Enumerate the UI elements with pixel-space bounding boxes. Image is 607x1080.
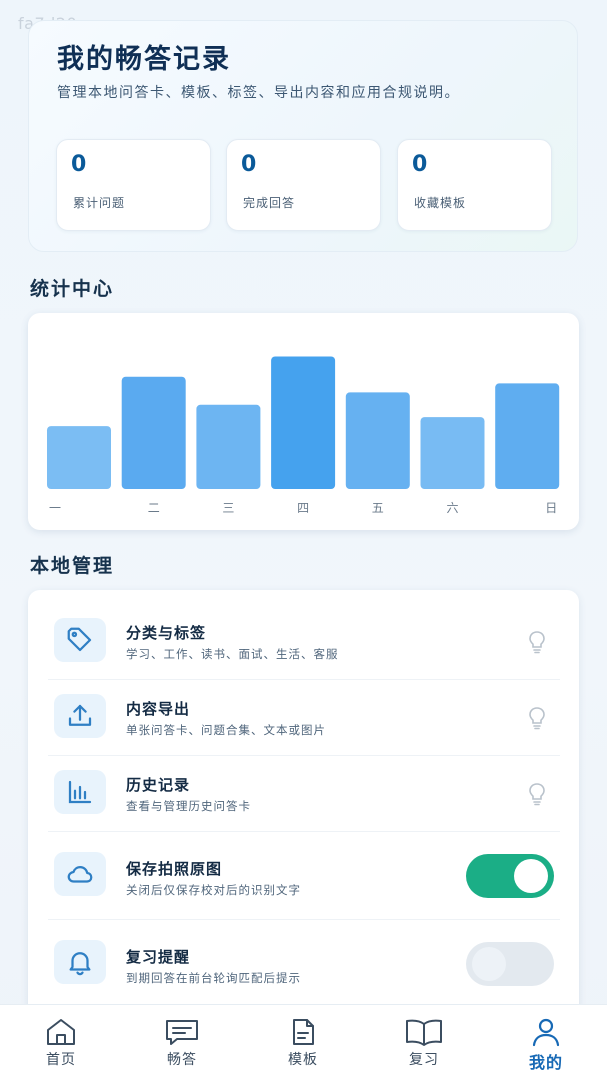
chart-tick-label: 四: [297, 501, 309, 515]
row-description: 查看与管理历史问答卡: [126, 799, 251, 813]
lightbulb-icon[interactable]: [526, 630, 548, 658]
book-icon: [406, 1019, 442, 1046]
chart-bar-6: [420, 417, 485, 489]
nav-label: 复习: [409, 1052, 439, 1068]
profile-screen: fa7d20 我的畅答记录 管理本地问答卡、模板、标签、导出内容和应用合规说明。…: [0, 0, 607, 1080]
nav-label: 首页: [46, 1052, 76, 1068]
chart-bar-7: [495, 383, 560, 489]
chart-tick-label: 日: [545, 501, 557, 515]
manage-row-save-photo: 保存拍照原图 关闭后仅保存校对后的识别文字: [48, 832, 560, 920]
bell-icon: [54, 940, 106, 984]
nav-item-review[interactable]: 复习: [384, 1017, 464, 1077]
cloud-icon: [54, 852, 106, 896]
manage-row-review-reminder: 复习提醒 到期回答在前台轮询匹配后提示: [48, 920, 560, 1008]
stat-value: 0: [412, 152, 428, 177]
chart-bar-5: [345, 392, 410, 489]
row-description: 学习、工作、读书、面试、生活、客服: [126, 647, 339, 661]
stat-label: 收藏模板: [414, 196, 467, 210]
manage-row-export[interactable]: 内容导出 单张问答卡、问题合集、文本或图片: [48, 680, 560, 756]
nav-item-mine[interactable]: 我的: [506, 1017, 586, 1077]
chart-tick-label: 一: [49, 501, 61, 515]
row-description: 单张问答卡、问题合集、文本或图片: [126, 723, 326, 737]
stat-label: 累计问题: [73, 196, 126, 210]
user-icon: [532, 1018, 560, 1047]
nav-item-templates[interactable]: 模板: [263, 1017, 343, 1077]
tag-icon: [54, 618, 106, 662]
chart-bar-3: [196, 404, 261, 489]
manage-section-title: 本地管理: [30, 555, 115, 577]
nav-item-chat[interactable]: 畅答: [142, 1017, 222, 1077]
upload-icon: [54, 694, 106, 738]
lightbulb-icon[interactable]: [526, 706, 548, 734]
nav-label: 模板: [288, 1052, 318, 1068]
home-icon: [47, 1019, 75, 1045]
profile-summary-card: 我的畅答记录 管理本地问答卡、模板、标签、导出内容和应用合规说明。 0 累计问题…: [28, 20, 578, 252]
stat-card-answers[interactable]: 0 完成回答: [226, 139, 381, 231]
row-title: 历史记录: [126, 776, 191, 794]
chart-bar-1: [47, 426, 111, 489]
row-description: 到期回答在前台轮询匹配后提示: [126, 971, 301, 985]
chart-bar-2: [121, 376, 186, 489]
chart-tick-label: 三: [222, 501, 234, 515]
document-icon: [293, 1019, 314, 1045]
manage-row-history[interactable]: 历史记录 查看与管理历史问答卡: [48, 756, 560, 832]
review-reminder-toggle[interactable]: [466, 942, 554, 986]
toggle-knob: [514, 859, 548, 893]
chat-icon: [166, 1020, 198, 1045]
chart-tick-label: 六: [446, 501, 458, 515]
stat-card-favorites[interactable]: 0 收藏模板: [397, 139, 552, 231]
chart-tick-label: 五: [372, 501, 384, 515]
nav-item-home[interactable]: 首页: [21, 1017, 101, 1077]
bar-chart-icon: [54, 770, 106, 814]
toggle-knob: [472, 947, 506, 981]
lightbulb-icon[interactable]: [526, 782, 548, 810]
row-title: 复习提醒: [126, 948, 191, 966]
stat-value: 0: [71, 152, 87, 177]
stats-section-title: 统计中心: [30, 278, 115, 300]
row-title: 内容导出: [126, 700, 191, 718]
stat-label: 完成回答: [243, 196, 296, 210]
chart-tick-label: 二: [148, 501, 160, 515]
row-description: 关闭后仅保存校对后的识别文字: [126, 883, 301, 897]
bottom-nav: 首页 畅答 模板 复习 我的: [0, 1004, 607, 1080]
weekly-bar-chart: 一二三四五六日: [47, 356, 560, 515]
nav-label: 我的: [528, 1053, 563, 1072]
manage-row-tags[interactable]: 分类与标签 学习、工作、读书、面试、生活、客服: [48, 604, 560, 680]
row-title: 保存拍照原图: [126, 860, 223, 878]
page-title: 我的畅答记录: [57, 44, 231, 75]
stat-card-questions[interactable]: 0 累计问题: [56, 139, 211, 231]
weekly-bar-chart-card: 一二三四五六日: [28, 313, 579, 530]
chart-bar-4: [271, 356, 336, 489]
manage-list: 分类与标签 学习、工作、读书、面试、生活、客服 内容导出 单张问答卡、问题合集、…: [28, 590, 579, 1030]
row-title: 分类与标签: [126, 624, 207, 642]
stat-value: 0: [241, 152, 257, 177]
save-photo-toggle[interactable]: [466, 854, 554, 898]
nav-label: 畅答: [167, 1052, 197, 1068]
page-subtitle: 管理本地问答卡、模板、标签、导出内容和应用合规说明。: [57, 85, 460, 101]
